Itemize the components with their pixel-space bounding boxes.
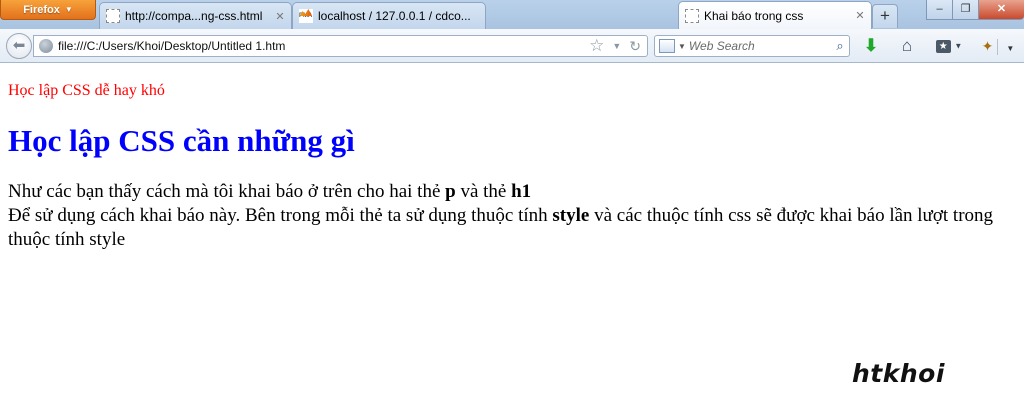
new-tab-button[interactable]: +	[872, 4, 898, 28]
tab-label: localhost / 127.0.0.1 / cdco...	[318, 9, 471, 23]
tag-h1: h1	[511, 181, 532, 202]
addon-icon: ✦	[981, 38, 994, 54]
close-window-button[interactable]: ✕	[978, 0, 1024, 20]
firefox-menu-label: Firefox	[23, 3, 60, 16]
chevron-down-icon[interactable]: ▼	[678, 42, 686, 51]
tab-strip: Firefox ▼ http://compa...ng-css.html ✕ P…	[0, 0, 1024, 29]
home-icon[interactable]: ⌂	[896, 35, 918, 57]
bookmark-star-icon[interactable]: ☆	[589, 36, 604, 56]
chevron-down-icon: ▼	[954, 41, 963, 51]
blank-page-icon	[685, 8, 699, 23]
url-text[interactable]: file:///C:/Users/Khoi/Desktop/Untitled 1…	[58, 39, 589, 53]
tag-p: p	[445, 181, 456, 202]
phpmyadmin-icon: PMA	[299, 9, 313, 23]
address-bar[interactable]: file:///C:/Users/Khoi/Desktop/Untitled 1…	[33, 35, 648, 57]
page-content: Học lập CSS dễ hay khó Học lập CSS cần n…	[0, 64, 1024, 419]
intro-paragraph: Học lập CSS dễ hay khó	[8, 82, 165, 99]
search-input[interactable]	[688, 39, 831, 53]
body-text: Như các bạn thấy cách mà tôi khai báo ở …	[8, 180, 1016, 252]
line2-prefix: Để sử dụng cách khai báo này. Bên trong …	[8, 205, 553, 226]
globe-icon	[39, 39, 53, 53]
chevron-down-icon: ▼	[1006, 44, 1015, 53]
window-controls: – ❐ ✕	[926, 0, 1024, 20]
tab-phpmyadmin[interactable]: PMA localhost / 127.0.0.1 / cdco...	[292, 2, 486, 29]
history-dropdown-icon[interactable]: ▼	[612, 41, 621, 51]
search-engine-icon[interactable]	[659, 39, 675, 53]
url-actions: ☆ ▼ ↻	[589, 36, 647, 56]
addon-button[interactable]: ✦ ▼	[976, 35, 1020, 57]
reload-icon[interactable]: ↻	[629, 38, 641, 55]
close-icon[interactable]: ✕	[275, 10, 285, 23]
firefox-menu-button[interactable]: Firefox ▼	[0, 0, 96, 20]
tab-label: http://compa...ng-css.html	[125, 9, 263, 23]
search-bar: ▼ ⌕	[654, 35, 850, 57]
chevron-down-icon: ▼	[64, 5, 73, 14]
bookmarks-icon: ★	[935, 40, 951, 54]
minimize-button[interactable]: –	[926, 0, 952, 20]
download-icon[interactable]: ⬇	[860, 35, 882, 57]
tab-compa-css[interactable]: http://compa...ng-css.html ✕	[99, 2, 292, 29]
tab-khai-bao-css[interactable]: Khai báo trong css ✕	[678, 1, 872, 29]
search-icon[interactable]: ⌕	[831, 38, 849, 54]
toolbar-separator	[997, 39, 999, 56]
restore-button[interactable]: ❐	[952, 0, 978, 20]
blank-page-icon	[106, 9, 120, 23]
page-heading: Học lập CSS cần những gì	[8, 123, 355, 158]
close-icon[interactable]: ✕	[855, 9, 865, 22]
line1-prefix: Như các bạn thấy cách mà tôi khai báo ở …	[8, 181, 446, 202]
arrow-left-icon: ⬅	[12, 37, 26, 54]
line1-mid: và thẻ	[455, 181, 512, 202]
navigation-toolbar: ⬅ file:///C:/Users/Khoi/Desktop/Untitled…	[0, 29, 1024, 63]
bookmarks-button[interactable]: ★ ▼	[932, 35, 966, 57]
attr-style: style	[552, 205, 590, 226]
tab-label: Khai báo trong css	[704, 8, 804, 23]
watermark: htkhoi	[852, 359, 945, 388]
back-button[interactable]: ⬅	[6, 33, 32, 59]
